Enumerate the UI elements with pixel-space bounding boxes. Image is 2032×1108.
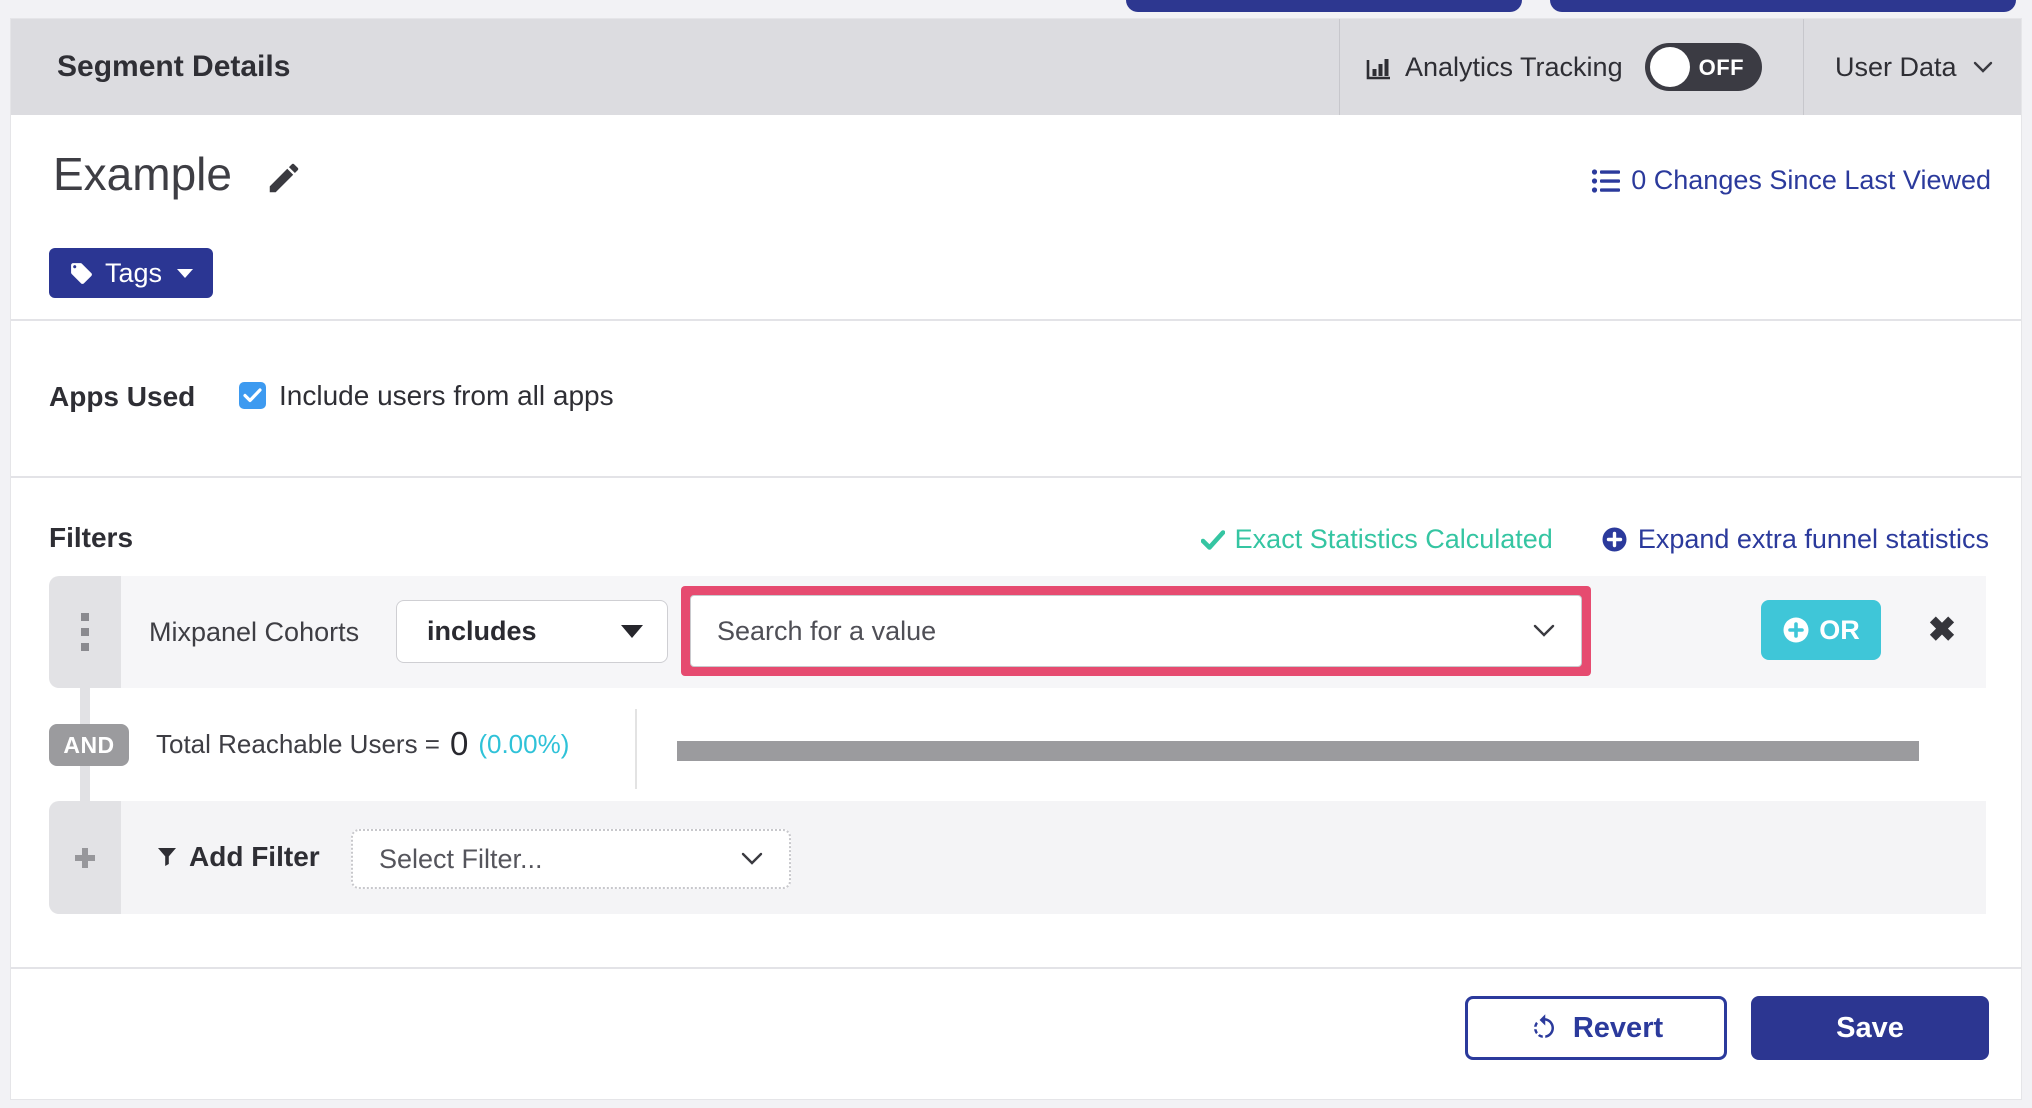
select-filter-placeholder: Select Filter...: [379, 843, 543, 874]
value-search-dropdown[interactable]: Search for a value: [690, 595, 1582, 667]
filter-attribute-label: Mixpanel Cohorts: [149, 617, 360, 647]
toggle-state-label: OFF: [1698, 55, 1745, 80]
vertical-divider: [635, 709, 637, 789]
exact-statistics-status: Exact Statistics Calculated: [1200, 524, 1553, 555]
section-divider: [11, 476, 2021, 478]
check-icon: [1200, 529, 1225, 550]
tag-icon: [69, 261, 94, 286]
panel-header: Segment Details Analytics Tracking OFF U…: [11, 19, 2021, 115]
operator-dropdown[interactable]: includes: [396, 600, 668, 663]
bar-chart-icon: [1363, 52, 1393, 82]
change-list-icon: [1591, 168, 1621, 194]
triangle-down-icon: [621, 625, 643, 638]
top-cropped-button-left[interactable]: [1126, 0, 1522, 12]
add-filter-body: Add Filter Select Filter...: [121, 801, 1986, 914]
add-filter-row: Add Filter Select Filter...: [49, 801, 1986, 914]
panel-title: Segment Details: [57, 50, 291, 83]
filters-status-row: Exact Statistics Calculated Expand extra…: [1200, 524, 1989, 555]
include-all-apps-checkbox[interactable]: [239, 382, 266, 409]
drag-handle[interactable]: [49, 576, 121, 688]
user-data-label: User Data: [1835, 51, 1957, 82]
revert-undo-icon: [1529, 1013, 1559, 1043]
drag-dot-icon: [81, 628, 89, 636]
section-divider: [11, 319, 2021, 321]
save-button[interactable]: Save: [1751, 996, 1989, 1060]
apps-used-label: Apps Used: [49, 381, 196, 412]
analytics-tracking-toggle[interactable]: OFF: [1644, 43, 1762, 91]
connector-line: [80, 764, 90, 802]
user-data-dropdown[interactable]: User Data: [1835, 19, 1993, 115]
section-divider: [11, 967, 2021, 969]
reachable-users-count: 0: [449, 725, 469, 762]
filters-heading: Filters: [49, 522, 134, 553]
revert-button-label: Revert: [1572, 1011, 1664, 1044]
drag-dot-icon: [81, 613, 89, 621]
analytics-tracking-control: Analytics Tracking OFF: [1363, 19, 1762, 115]
header-divider: [1803, 19, 1804, 115]
or-button-label: OR: [1819, 614, 1860, 645]
drag-dot-icon: [81, 643, 89, 651]
revert-button[interactable]: Revert: [1465, 996, 1727, 1060]
filter-row-body: Mixpanel Cohorts includes Search for a v…: [121, 576, 1986, 688]
caret-down-icon: [177, 268, 194, 278]
plus-circle-icon: [1601, 526, 1628, 553]
value-search-placeholder: Search for a value: [717, 615, 937, 646]
filter-row: Mixpanel Cohorts includes Search for a v…: [49, 576, 1986, 688]
and-connector-badge: AND: [49, 724, 129, 766]
plus-circle-icon: [1782, 616, 1810, 644]
expand-funnel-statistics-link[interactable]: Expand extra funnel statistics: [1601, 524, 1989, 555]
reachable-users-percent: (0.00%): [478, 728, 570, 759]
include-all-apps-label: Include users from all apps: [279, 380, 614, 411]
edit-pencil-icon[interactable]: [265, 159, 303, 197]
plus-icon: [73, 846, 97, 870]
analytics-tracking-label: Analytics Tracking: [1405, 51, 1623, 82]
add-filter-label-group: Add Filter: [155, 841, 320, 873]
funnel-icon: [155, 845, 179, 869]
reachable-users-progress-bar: [677, 741, 1919, 761]
top-cropped-button-right[interactable]: [1550, 0, 2016, 12]
total-reachable-users: Total Reachable Users = 0 (0.00%): [156, 719, 569, 769]
segment-name: Example: [53, 148, 232, 200]
exact-statistics-label: Exact Statistics Calculated: [1234, 524, 1553, 554]
toggle-knob: [1649, 47, 1690, 87]
add-filter-plus-button[interactable]: [49, 801, 121, 914]
tags-button-label: Tags: [105, 257, 163, 288]
segment-details-panel: Segment Details Analytics Tracking OFF U…: [10, 18, 2022, 1100]
changes-since-last-viewed-link[interactable]: 0 Changes Since Last Viewed: [1591, 165, 1991, 196]
tags-button[interactable]: Tags: [49, 248, 214, 298]
operator-value: includes: [427, 616, 537, 646]
segment-editor-page: Segment Details Analytics Tracking OFF U…: [0, 0, 2032, 1108]
highlight-annotation: Search for a value: [681, 586, 1591, 676]
connector-line: [80, 688, 90, 726]
chevron-down-icon: [1973, 61, 1993, 74]
header-divider: [1339, 19, 1340, 115]
chevron-down-icon: [741, 852, 763, 866]
remove-filter-button[interactable]: ✖: [1916, 602, 1968, 658]
changes-link-label: 0 Changes Since Last Viewed: [1631, 165, 1991, 195]
add-or-condition-button[interactable]: OR: [1761, 600, 1881, 660]
select-filter-dropdown[interactable]: Select Filter...: [351, 829, 791, 889]
save-button-label: Save: [1836, 1011, 1904, 1044]
expand-funnel-statistics-label: Expand extra funnel statistics: [1637, 524, 1989, 554]
chevron-down-icon: [1533, 624, 1555, 638]
reachable-users-label: Total Reachable Users =: [156, 728, 440, 759]
add-filter-label: Add Filter: [189, 841, 320, 872]
